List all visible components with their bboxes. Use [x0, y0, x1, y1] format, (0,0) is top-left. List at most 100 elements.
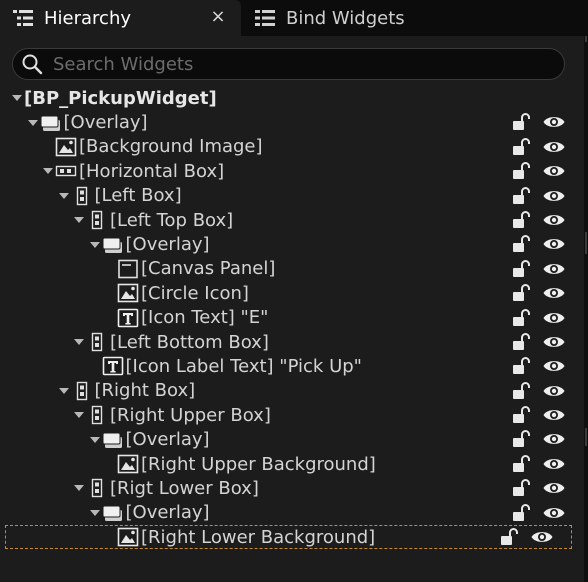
close-icon[interactable]: ×	[209, 8, 227, 26]
row-tools	[510, 381, 566, 401]
row-tools	[510, 478, 566, 498]
expand-arrow-icon[interactable]	[72, 408, 86, 422]
tree-row-horizontal-box[interactable]: [Horizontal Box]	[0, 159, 584, 183]
unlock-icon[interactable]	[510, 454, 532, 474]
unlock-icon[interactable]	[510, 259, 532, 279]
expand-arrow-icon[interactable]	[88, 506, 102, 520]
search-box[interactable]	[12, 48, 565, 80]
arrow-spacer	[41, 140, 55, 154]
visibility-eye-icon[interactable]	[542, 381, 566, 401]
tree-row-left-bottom-box[interactable]: [Left Bottom Box]	[0, 330, 584, 354]
tree-row-rigt-lower-box[interactable]: [Rigt Lower Box]	[0, 476, 584, 500]
visibility-eye-icon[interactable]	[530, 527, 554, 547]
tree-row-left-top-box[interactable]: [Left Top Box]	[0, 208, 584, 232]
unlock-icon[interactable]	[510, 161, 532, 181]
visibility-eye-icon[interactable]	[542, 210, 566, 230]
unlock-icon[interactable]	[510, 381, 532, 401]
tree-row-label: [Left Top Box]	[110, 209, 234, 231]
row-tools	[510, 503, 566, 523]
expand-arrow-icon[interactable]	[88, 433, 102, 447]
expand-arrow-icon[interactable]	[72, 335, 86, 349]
vertical-box-icon	[86, 332, 108, 352]
text-icon	[102, 356, 124, 376]
tree-row-right-upper-background[interactable]: [Right Upper Background]	[0, 452, 584, 476]
row-tools	[510, 429, 566, 449]
text-icon	[117, 308, 139, 328]
visibility-eye-icon[interactable]	[542, 137, 566, 157]
visibility-eye-icon[interactable]	[542, 161, 566, 181]
arrow-spacer	[103, 530, 117, 544]
tree-row-overlay[interactable]: [Overlay]	[0, 110, 584, 134]
tree-row-icon-text-e[interactable]: [Icon Text] "E"	[0, 306, 584, 330]
visibility-eye-icon[interactable]	[542, 332, 566, 352]
visibility-eye-icon[interactable]	[542, 308, 566, 328]
visibility-eye-icon[interactable]	[542, 503, 566, 523]
tree-row-bp-pickupwidget[interactable]: [BP_PickupWidget]	[0, 86, 584, 110]
unlock-icon[interactable]	[510, 137, 532, 157]
expand-arrow-icon[interactable]	[10, 91, 24, 105]
tree-row-label: [Right Lower Background]	[141, 526, 376, 548]
tree-row-right-box[interactable]: [Right Box]	[0, 379, 584, 403]
unlock-icon[interactable]	[498, 527, 520, 547]
unlock-icon[interactable]	[510, 112, 532, 132]
visibility-eye-icon[interactable]	[542, 283, 566, 303]
canvas-panel-icon	[117, 259, 139, 279]
tree-row-label: [Right Upper Background]	[141, 453, 376, 475]
tab-hierarchy-label: Hierarchy	[44, 7, 132, 29]
tree-row-left-box[interactable]: [Left Box]	[0, 184, 584, 208]
scrollbar[interactable]	[584, 36, 588, 582]
expand-arrow-icon[interactable]	[26, 116, 40, 130]
tree-row-label: [Overlay]	[125, 502, 210, 524]
visibility-eye-icon[interactable]	[542, 234, 566, 254]
tree-row-right-lower-background[interactable]: [Right Lower Background]	[5, 525, 572, 550]
row-tools	[498, 527, 554, 547]
visibility-eye-icon[interactable]	[542, 356, 566, 376]
tree-row-circle-icon[interactable]: [Circle Icon]	[0, 281, 584, 305]
visibility-eye-icon[interactable]	[542, 405, 566, 425]
tab-bind-widgets[interactable]: Bind Widgets	[244, 0, 444, 36]
overlay-icon	[102, 503, 124, 523]
unlock-icon[interactable]	[510, 283, 532, 303]
tree-row-overlay[interactable]: [Overlay]	[0, 501, 584, 525]
visibility-eye-icon[interactable]	[542, 186, 566, 206]
unlock-icon[interactable]	[510, 210, 532, 230]
tab-hierarchy[interactable]: Hierarchy ×	[0, 0, 241, 36]
tree-row-canvas-panel[interactable]: [Canvas Panel]	[0, 257, 584, 281]
expand-arrow-icon[interactable]	[88, 238, 102, 252]
visibility-eye-icon[interactable]	[542, 454, 566, 474]
hierarchy-panel: Hierarchy × Bind Widgets Search Widgets …	[0, 0, 588, 582]
tree-row-icon-label-text-pick-up[interactable]: [Icon Label Text] "Pick Up"	[0, 354, 584, 378]
unlock-icon[interactable]	[510, 503, 532, 523]
search-icon	[21, 53, 43, 75]
unlock-icon[interactable]	[510, 332, 532, 352]
tree-row-right-upper-box[interactable]: [Right Upper Box]	[0, 403, 584, 427]
tree-row-label: [Icon Label Text] "Pick Up"	[125, 355, 362, 377]
unlock-icon[interactable]	[510, 478, 532, 498]
expand-arrow-icon[interactable]	[72, 481, 86, 495]
unlock-icon[interactable]	[510, 186, 532, 206]
unlock-icon[interactable]	[510, 356, 532, 376]
tree-row-label: [Left Bottom Box]	[110, 331, 269, 353]
unlock-icon[interactable]	[510, 429, 532, 449]
tree-row-background-image[interactable]: [Background Image]	[0, 135, 584, 159]
unlock-icon[interactable]	[510, 234, 532, 254]
arrow-spacer	[103, 457, 117, 471]
vertical-box-icon	[71, 186, 93, 206]
expand-arrow-icon[interactable]	[72, 213, 86, 227]
unlock-icon[interactable]	[510, 308, 532, 328]
visibility-eye-icon[interactable]	[542, 429, 566, 449]
visibility-eye-icon[interactable]	[542, 112, 566, 132]
visibility-eye-icon[interactable]	[542, 478, 566, 498]
tree-row-overlay[interactable]: [Overlay]	[0, 427, 584, 451]
expand-arrow-icon[interactable]	[57, 189, 71, 203]
expand-arrow-icon[interactable]	[57, 384, 71, 398]
unlock-icon[interactable]	[510, 405, 532, 425]
row-tools	[510, 283, 566, 303]
search-input[interactable]	[53, 53, 533, 75]
arrow-spacer	[103, 311, 117, 325]
visibility-eye-icon[interactable]	[542, 259, 566, 279]
tree-row-label: [Overlay]	[125, 429, 210, 451]
hierarchy-content: [BP_PickupWidget][Overlay][Background Im…	[0, 36, 584, 582]
expand-arrow-icon[interactable]	[41, 164, 55, 178]
tree-row-overlay[interactable]: [Overlay]	[0, 232, 584, 256]
